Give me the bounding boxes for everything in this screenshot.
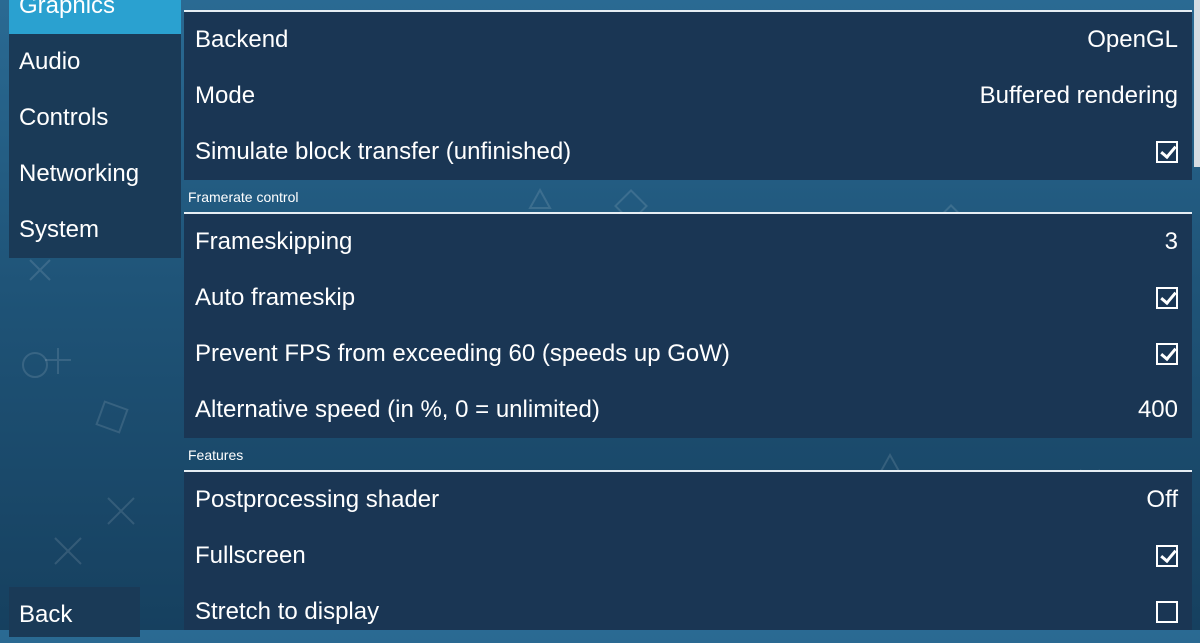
setting-label: Simulate block transfer (unfinished)	[195, 138, 572, 165]
settings-sidebar: Graphics Audio Controls Networking Syste…	[9, 0, 181, 258]
sidebar-item-controls[interactable]: Controls	[9, 90, 181, 146]
checkbox-icon[interactable]	[1156, 141, 1178, 163]
sidebar-item-graphics[interactable]: Graphics	[9, 0, 181, 34]
setting-label: Backend	[195, 26, 289, 53]
setting-label: Frameskipping	[195, 228, 353, 255]
setting-simulate-block-transfer[interactable]: Simulate block transfer (unfinished)	[184, 124, 1192, 180]
setting-label: Stretch to display	[195, 598, 380, 625]
section-header-framerate: Framerate control	[184, 180, 1192, 214]
setting-postprocessing-shader[interactable]: Postprocessing shader Off	[184, 472, 1192, 528]
setting-label: Auto frameskip	[195, 284, 356, 311]
section-header-features: Features	[184, 438, 1192, 472]
setting-label: Mode	[195, 82, 256, 109]
section-title: Features	[188, 447, 244, 463]
section-features: Postprocessing shader Off Fullscreen Str…	[184, 472, 1192, 630]
setting-value: OpenGL	[1087, 26, 1178, 53]
setting-frameskipping[interactable]: Frameskipping 3	[184, 214, 1192, 270]
setting-mode[interactable]: Mode Buffered rendering	[184, 68, 1192, 124]
setting-label: Prevent FPS from exceeding 60 (speeds up…	[195, 340, 730, 367]
sidebar-item-networking[interactable]: Networking	[9, 146, 181, 202]
section-header-rendering-mode	[184, 0, 1192, 12]
sidebar-item-audio[interactable]: Audio	[9, 34, 181, 90]
checkbox-icon[interactable]	[1156, 545, 1178, 567]
section-rendering-mode: Backend OpenGL Mode Buffered rendering S…	[184, 12, 1192, 180]
settings-panel: Backend OpenGL Mode Buffered rendering S…	[184, 0, 1192, 630]
setting-value: 3	[1164, 228, 1178, 255]
setting-alternative-speed[interactable]: Alternative speed (in %, 0 = unlimited) …	[184, 382, 1192, 438]
section-framerate: Frameskipping 3 Auto frameskip Prevent F…	[184, 214, 1192, 438]
setting-label: Fullscreen	[195, 542, 306, 569]
setting-stretch-to-display[interactable]: Stretch to display	[184, 584, 1192, 630]
setting-value: Buffered rendering	[979, 82, 1178, 109]
setting-auto-frameskip[interactable]: Auto frameskip	[184, 270, 1192, 326]
setting-prevent-fps[interactable]: Prevent FPS from exceeding 60 (speeds up…	[184, 326, 1192, 382]
setting-label: Postprocessing shader	[195, 486, 440, 513]
setting-value: Off	[1146, 486, 1178, 513]
setting-backend[interactable]: Backend OpenGL	[184, 12, 1192, 68]
setting-label: Alternative speed (in %, 0 = unlimited)	[195, 396, 600, 423]
setting-fullscreen[interactable]: Fullscreen	[184, 528, 1192, 584]
section-title: Framerate control	[188, 189, 299, 205]
setting-value: 400	[1137, 396, 1178, 423]
checkbox-icon[interactable]	[1156, 287, 1178, 309]
scrollbar[interactable]	[1194, 0, 1200, 167]
checkbox-icon[interactable]	[1156, 343, 1178, 365]
sidebar-item-system[interactable]: System	[9, 202, 181, 258]
checkbox-icon[interactable]	[1156, 601, 1178, 623]
